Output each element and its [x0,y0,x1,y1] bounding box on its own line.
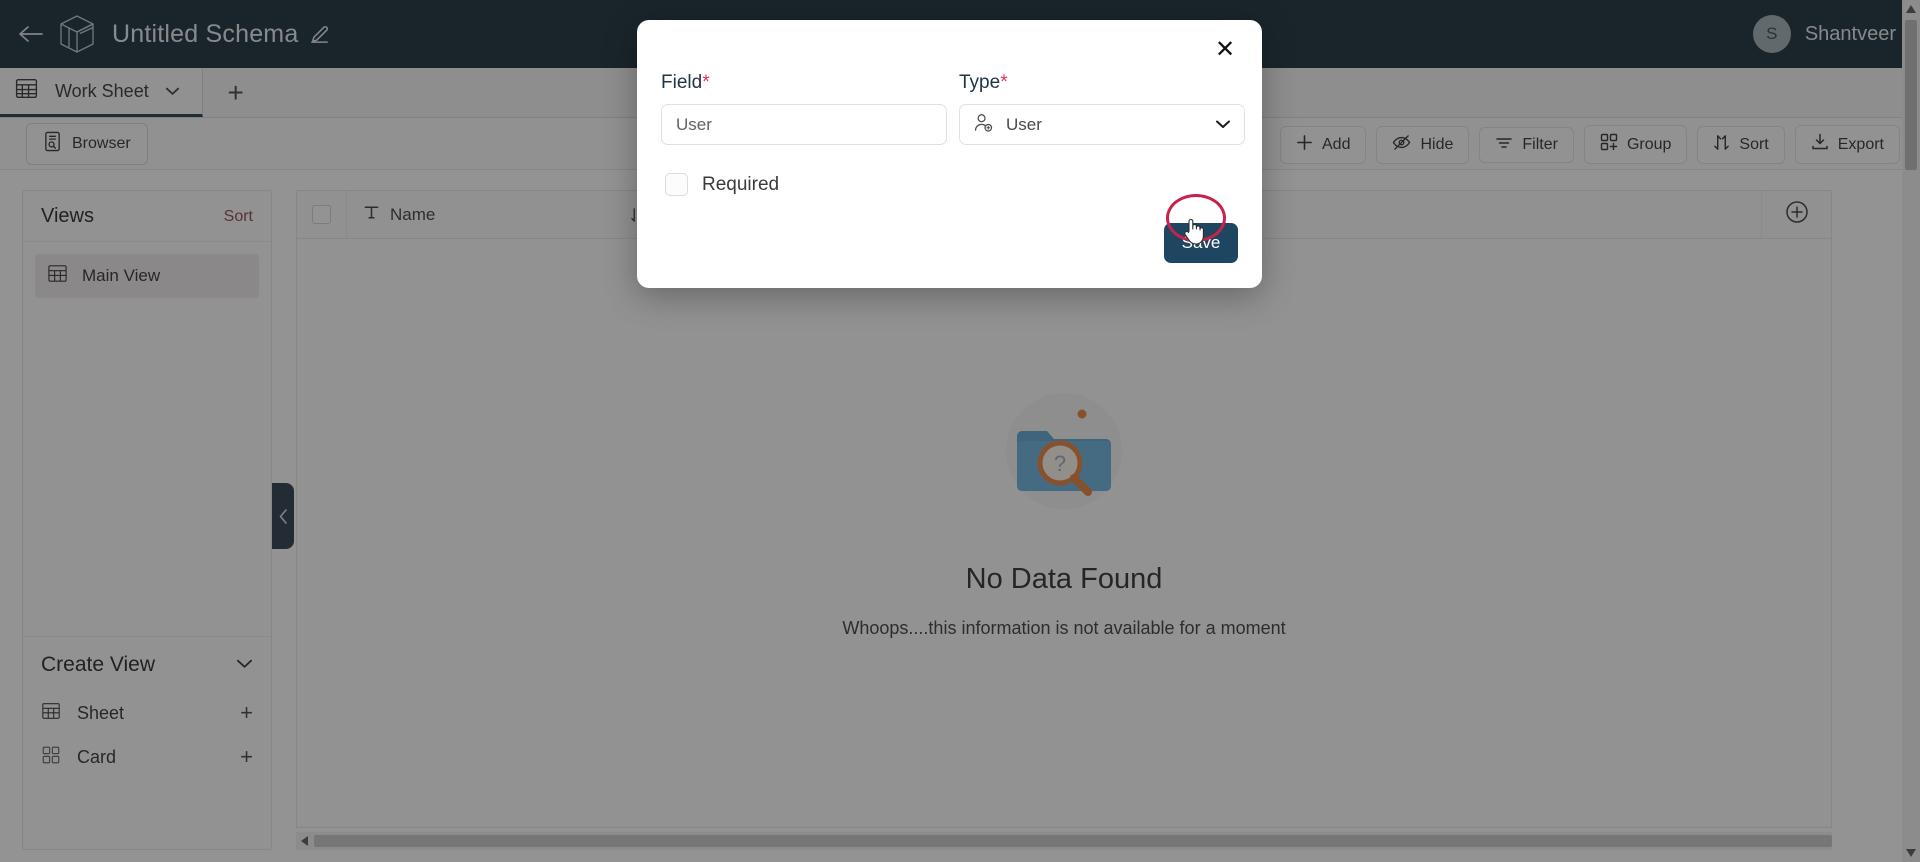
modal-footer-row: Required [661,173,1238,196]
field-label: Field* [661,72,947,94]
app-root: Untitled Schema S Shantveer [0,0,1920,862]
user-settings-icon [973,112,994,138]
modal-body: Field* Type* [637,20,1262,196]
type-label-text: Type [959,72,1001,93]
required-checkbox-label: Required [702,173,780,195]
type-label: Type* [959,72,1245,94]
field-group: Field* [661,72,947,145]
save-button[interactable]: Save [1164,223,1238,263]
required-checkbox[interactable] [665,173,688,196]
modal-field-row: Field* Type* [661,72,1245,145]
type-group: Type* User [959,72,1245,145]
close-icon[interactable]: ✕ [1208,33,1242,67]
type-select[interactable]: User [959,104,1245,145]
required-marker: * [702,72,710,93]
required-marker: * [1000,72,1008,93]
field-name-input[interactable] [661,104,947,145]
add-field-modal: ✕ Field* Type* [637,20,1262,288]
required-checkbox-group[interactable]: Required [665,173,779,196]
chevron-down-icon[interactable] [1215,116,1231,134]
field-label-text: Field [661,72,703,93]
type-select-value: User [1006,114,1042,134]
